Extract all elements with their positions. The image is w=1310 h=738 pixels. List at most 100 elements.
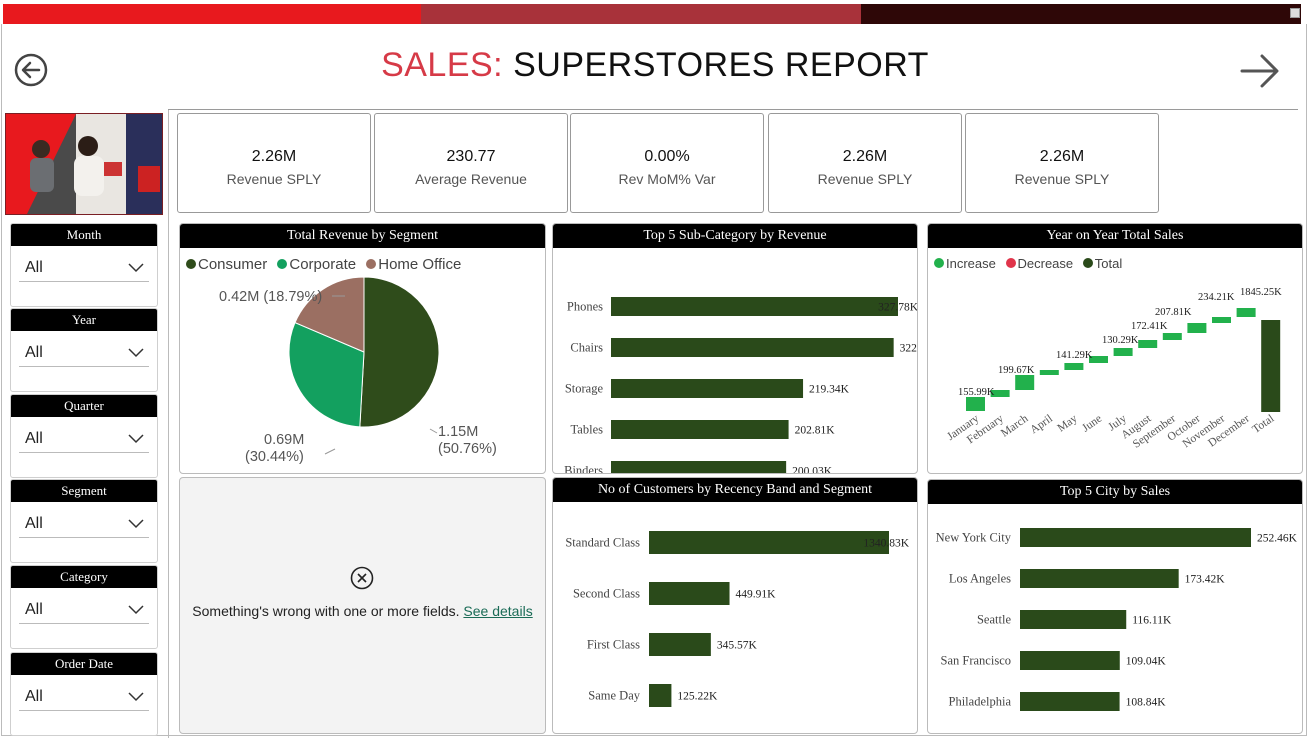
bar[interactable]: [1020, 528, 1251, 547]
quarter-dropdown[interactable]: All: [19, 427, 149, 453]
waterfall-bar-increase[interactable]: [1212, 317, 1231, 323]
data-label: 219.34K: [809, 384, 850, 396]
segment-dropdown[interactable]: All: [19, 512, 149, 538]
waterfall-data-label: 1845.25K: [1240, 287, 1282, 298]
data-label: 449.91K: [736, 589, 777, 601]
order-date-dropdown[interactable]: All: [19, 685, 149, 711]
category-label: Chairs: [570, 341, 603, 355]
city-bar-chart: New York City 252.46K Los Angeles 173.42K Se…: [936, 528, 1298, 711]
bar[interactable]: [649, 582, 730, 605]
category-label: Philadelphia: [949, 695, 1012, 709]
data-label: 1340.83K: [863, 538, 909, 550]
slicer-quarter: Quarter All: [10, 394, 158, 478]
chevron-down-icon: [128, 263, 144, 273]
bar[interactable]: [611, 420, 789, 439]
bar[interactable]: [649, 684, 672, 707]
waterfall-bar-increase[interactable]: [1138, 340, 1158, 348]
sidebar-divider: [168, 110, 169, 738]
category-label: Second Class: [573, 587, 640, 601]
data-label: 108.84K: [1126, 697, 1167, 709]
kpi-card-average-revenue: 230.77 Average Revenue: [374, 113, 568, 213]
kpi-card-revenue-sply-2: 2.26M Revenue SPLY: [768, 113, 962, 213]
pie-chart: 0.42M (18.79%) 0.69M (30.44%) 1.15M (50.…: [219, 276, 497, 465]
page-title: SALES: SUPERSTORES REPORT: [0, 46, 1310, 85]
hero-image: [5, 113, 163, 215]
dropdown-value: All: [25, 259, 43, 276]
x-axis-tick-label: March: [999, 412, 1031, 439]
waterfall-data-label: 155.99K: [958, 387, 995, 398]
waterfall-bar-increase[interactable]: [1039, 370, 1059, 375]
yoy-waterfall-chart: 155.99K199.67K 141.29K 130.29K 172.41K 207.8…: [945, 287, 1282, 451]
waterfall-data-label: 207.81K: [1155, 307, 1192, 318]
kpi-value: 2.26M: [1039, 148, 1085, 165]
slicer-category: Category All: [10, 565, 158, 649]
card-title: Top 5 City by Sales: [928, 480, 1302, 504]
chevron-down-icon: [128, 605, 144, 615]
bar[interactable]: [649, 531, 889, 554]
window-maximize-icon[interactable]: [1290, 8, 1300, 18]
category-label: Binders: [564, 464, 603, 475]
segment-pie-card: Total Revenue by Segment Consumer Corpor…: [179, 223, 546, 474]
bar[interactable]: [611, 461, 787, 474]
bar[interactable]: [611, 338, 894, 357]
bar[interactable]: [611, 379, 804, 398]
pie-slice-consumer[interactable]: [359, 276, 440, 428]
error-message: Something's wrong with one or more field…: [180, 602, 545, 621]
accent-bar-red: [3, 4, 421, 24]
next-button[interactable]: [1238, 50, 1279, 90]
chevron-down-icon: [128, 519, 144, 529]
pie-label-home-office: 0.42M (18.79%): [219, 289, 322, 305]
card-title: Year on Year Total Sales: [928, 224, 1302, 248]
card-title: Top 5 Sub-Category by Revenue: [553, 224, 917, 248]
kpi-card-rev-mom-var: 0.00% Rev MoM% Var: [570, 113, 764, 213]
waterfall-bar-increase[interactable]: [1236, 308, 1256, 317]
dropdown-value: All: [25, 688, 43, 705]
arrow-right-icon: [1240, 54, 1279, 88]
waterfall-bar-increase[interactable]: [1015, 375, 1035, 390]
data-label: 125.22K: [677, 691, 718, 703]
bar[interactable]: [1020, 610, 1127, 629]
waterfall-bar-total[interactable]: [1261, 320, 1281, 412]
slicer-title: Month: [11, 224, 157, 246]
bar[interactable]: [649, 633, 711, 656]
data-label: 252.46K: [1257, 533, 1298, 545]
waterfall-bar-increase[interactable]: [1187, 323, 1207, 333]
x-axis-tick-label: May: [1055, 412, 1079, 434]
kpi-value: 0.00%: [644, 148, 690, 165]
error-visual-card: Something's wrong with one or more field…: [179, 477, 546, 734]
year-dropdown[interactable]: All: [19, 341, 149, 367]
waterfall-bar-increase[interactable]: [1064, 363, 1084, 370]
bar[interactable]: [1020, 651, 1120, 670]
see-details-link[interactable]: See details: [463, 603, 532, 619]
waterfall-bar-increase[interactable]: [966, 397, 985, 411]
error-text: Something's wrong with one or more field…: [192, 603, 460, 619]
top-accent-bar: [0, 0, 1310, 24]
recency-bar-card: No of Customers by Recency Band and Segm…: [552, 477, 918, 734]
slicer-segment: Segment All: [10, 479, 158, 563]
month-dropdown[interactable]: All: [19, 256, 149, 282]
category-dropdown[interactable]: All: [19, 598, 149, 624]
x-axis-tick-label: April: [1028, 413, 1055, 437]
slicer-month: Month All: [10, 223, 158, 307]
data-label: 345.57K: [717, 640, 758, 652]
waterfall-bar-increase[interactable]: [1162, 333, 1182, 340]
card-title: No of Customers by Recency Band and Segm…: [553, 478, 917, 502]
slicer-title: Order Date: [11, 653, 157, 675]
data-label: 322.82K: [900, 343, 918, 355]
dropdown-value: All: [25, 430, 43, 447]
category-label: New York City: [936, 531, 1012, 545]
data-label: 200.03K: [792, 466, 833, 475]
bar[interactable]: [611, 297, 898, 316]
subcategory-bar-card: Top 5 Sub-Category by Revenue Phones 327.…: [552, 223, 918, 474]
accent-bar-dark-red: [421, 4, 861, 24]
bar[interactable]: [1020, 569, 1179, 588]
bar[interactable]: [1020, 692, 1120, 711]
pie-label-corporate-value: 0.69M: [264, 432, 304, 448]
kpi-label: Revenue SPLY: [226, 171, 322, 187]
slicer-title: Category: [11, 566, 157, 588]
waterfall-bar-increase[interactable]: [1113, 348, 1133, 356]
pie-label-consumer-value: 1.15M: [438, 424, 478, 440]
chevron-down-icon: [128, 434, 144, 444]
city-bar-card: Top 5 City by Sales New York City 252.46K…: [927, 479, 1303, 734]
kpi-label: Revenue SPLY: [817, 171, 913, 187]
